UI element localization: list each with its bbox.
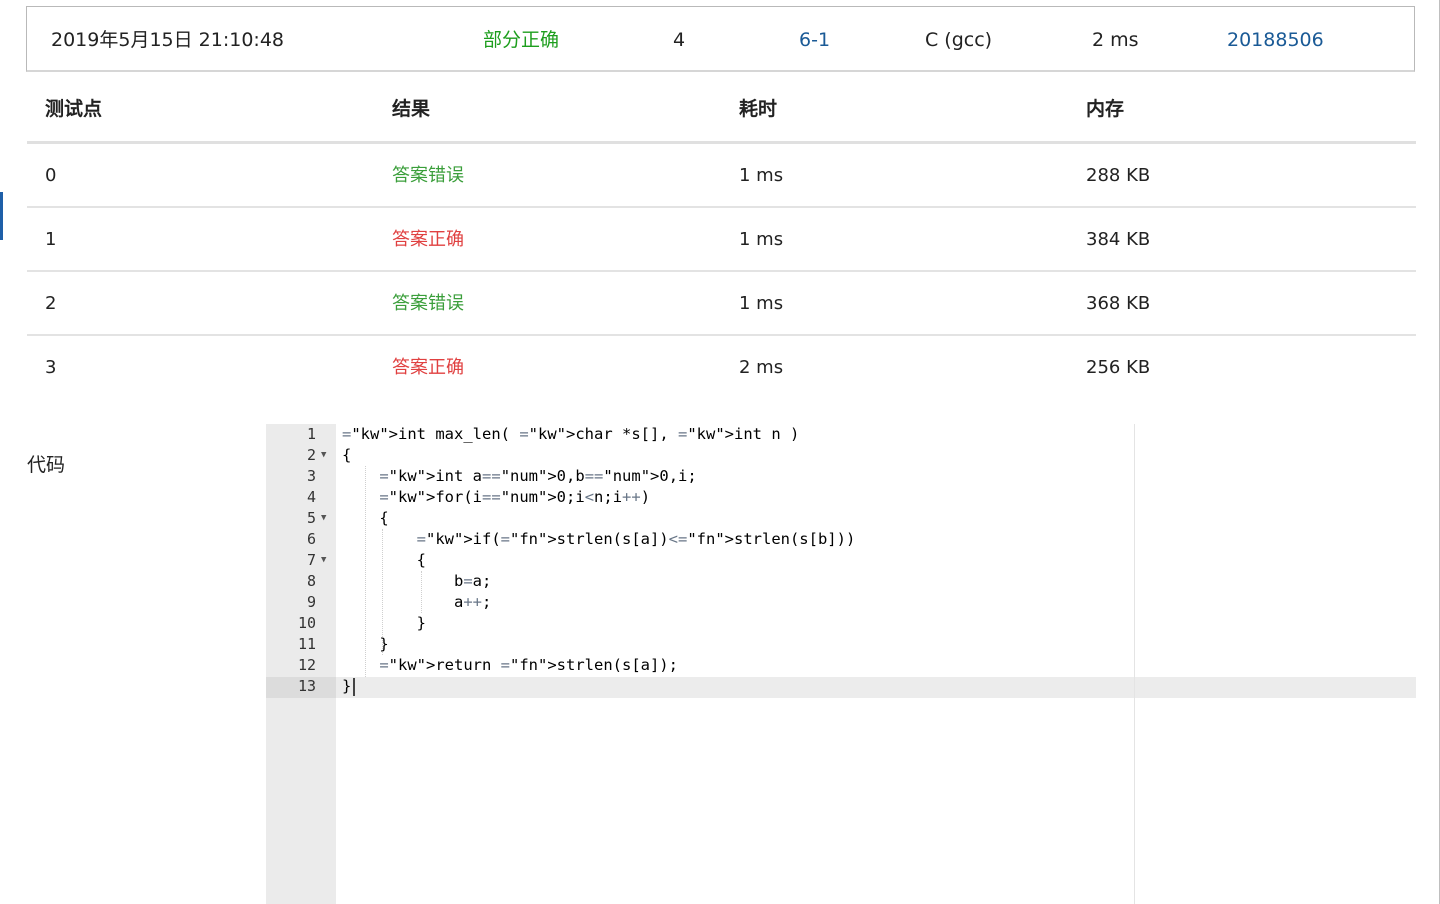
table-row: 2 答案错误 1 ms 368 KB bbox=[27, 272, 1416, 336]
header-time: 耗时 bbox=[739, 98, 778, 120]
case-time: 1 ms bbox=[739, 229, 784, 250]
line-number: 9 bbox=[306, 593, 316, 611]
code-line: 3 ="kw">int a=="num">0,b=="num">0,i; bbox=[266, 466, 1416, 487]
test-case-table: 测试点 结果 耗时 内存 0 答案错误 1 ms 288 KB 1 答案正确 1… bbox=[27, 76, 1416, 400]
code-line: 8 b=a; bbox=[266, 571, 1416, 592]
line-number: 6 bbox=[306, 530, 316, 548]
compiler-label: C (gcc) bbox=[925, 29, 993, 51]
code-text: ="kw">int a=="num">0,b=="num">0,i; bbox=[379, 467, 697, 485]
code-text: ="kw">return ="fn">strlen(s[a]); bbox=[379, 656, 678, 674]
left-accent-bar bbox=[0, 192, 3, 240]
header-result: 结果 bbox=[392, 98, 431, 120]
submit-time: 2019年5月15日 21:10:48 bbox=[51, 29, 284, 51]
score-value: 4 bbox=[673, 29, 686, 51]
case-time: 2 ms bbox=[739, 357, 784, 378]
case-result: 答案错误 bbox=[392, 165, 464, 186]
code-line: 1 ="kw">int max_len( ="kw">char *s[], ="… bbox=[266, 424, 1416, 445]
code-line: 11 } bbox=[266, 634, 1416, 655]
line-number: 2 bbox=[306, 446, 316, 464]
line-number: 8 bbox=[306, 572, 316, 590]
fold-arrow-icon[interactable]: ▼ bbox=[321, 550, 326, 571]
code-lines: 1 ="kw">int max_len( ="kw">char *s[], ="… bbox=[266, 424, 1416, 697]
line-number: 13 bbox=[297, 677, 316, 695]
case-time: 1 ms bbox=[739, 165, 784, 186]
table-header: 测试点 结果 耗时 内存 bbox=[27, 76, 1416, 144]
table-row: 3 答案正确 2 ms 256 KB bbox=[27, 336, 1416, 400]
table-row: 1 答案正确 1 ms 384 KB bbox=[27, 208, 1416, 272]
code-text: } bbox=[342, 677, 352, 695]
submission-summary-row: 2019年5月15日 21:10:48 部分正确 4 6-1 C (gcc) 2… bbox=[26, 6, 1415, 72]
case-memory: 256 KB bbox=[1086, 357, 1151, 378]
duration-value: 2 ms bbox=[1092, 29, 1139, 51]
line-number: 4 bbox=[306, 488, 316, 506]
line-number: 7 bbox=[306, 551, 316, 569]
line-number: 11 bbox=[297, 635, 316, 653]
case-id: 0 bbox=[45, 165, 57, 186]
code-text: } bbox=[342, 635, 389, 653]
line-number: 1 bbox=[306, 425, 316, 443]
code-text: a++; bbox=[342, 593, 492, 611]
case-memory: 384 KB bbox=[1086, 229, 1151, 250]
line-number: 3 bbox=[306, 467, 316, 485]
code-line: 10 } bbox=[266, 613, 1416, 634]
code-line: 6 ="kw">if(="fn">strlen(s[a])<="fn">strl… bbox=[266, 529, 1416, 550]
case-id: 2 bbox=[45, 293, 57, 314]
status-label: 部分正确 bbox=[483, 29, 560, 51]
table-row: 0 答案错误 1 ms 288 KB bbox=[27, 144, 1416, 208]
code-text: { bbox=[342, 551, 426, 569]
code-text: } bbox=[342, 614, 426, 632]
header-testpoint: 测试点 bbox=[45, 98, 103, 120]
code-text: b=a; bbox=[342, 572, 492, 590]
code-text: ="kw">for(i=="num">0;i<n;i++) bbox=[379, 488, 651, 506]
fold-arrow-icon[interactable]: ▼ bbox=[321, 445, 326, 466]
case-memory: 368 KB bbox=[1086, 293, 1151, 314]
code-line: 13 } bbox=[266, 676, 1416, 697]
fold-arrow-icon[interactable]: ▼ bbox=[321, 508, 326, 529]
problem-link[interactable]: 6-1 bbox=[799, 28, 830, 52]
code-line: 12 ="kw">return ="fn">strlen(s[a]); bbox=[266, 655, 1416, 676]
user-link[interactable]: 20188506 bbox=[1227, 28, 1324, 52]
code-text: ="kw">int max_len( ="kw">char *s[], ="kw… bbox=[342, 425, 800, 443]
case-result: 答案正确 bbox=[392, 229, 464, 250]
code-line: 9 a++; bbox=[266, 592, 1416, 613]
header-memory: 内存 bbox=[1086, 98, 1125, 120]
code-editor[interactable]: 1 ="kw">int max_len( ="kw">char *s[], ="… bbox=[266, 424, 1416, 904]
case-result: 答案正确 bbox=[392, 357, 464, 378]
code-line: 4 ="kw">for(i=="num">0;i<n;i++) bbox=[266, 487, 1416, 508]
code-section-label: 代码 bbox=[27, 454, 66, 476]
line-number: 5 bbox=[306, 509, 316, 527]
code-line: 7 ▼ { bbox=[266, 550, 1416, 571]
line-number: 12 bbox=[297, 656, 316, 674]
code-text: { bbox=[342, 446, 352, 464]
case-id: 1 bbox=[45, 229, 57, 250]
line-number: 10 bbox=[297, 614, 316, 632]
code-text: { bbox=[342, 509, 389, 527]
code-text: ="kw">if(="fn">strlen(s[a])<="fn">strlen… bbox=[416, 530, 856, 548]
case-result: 答案错误 bbox=[392, 293, 464, 314]
code-line: 2 ▼ { bbox=[266, 445, 1416, 466]
case-time: 1 ms bbox=[739, 293, 784, 314]
text-caret bbox=[353, 678, 355, 696]
case-id: 3 bbox=[45, 357, 57, 378]
code-line: 5 ▼ { bbox=[266, 508, 1416, 529]
case-memory: 288 KB bbox=[1086, 165, 1151, 186]
